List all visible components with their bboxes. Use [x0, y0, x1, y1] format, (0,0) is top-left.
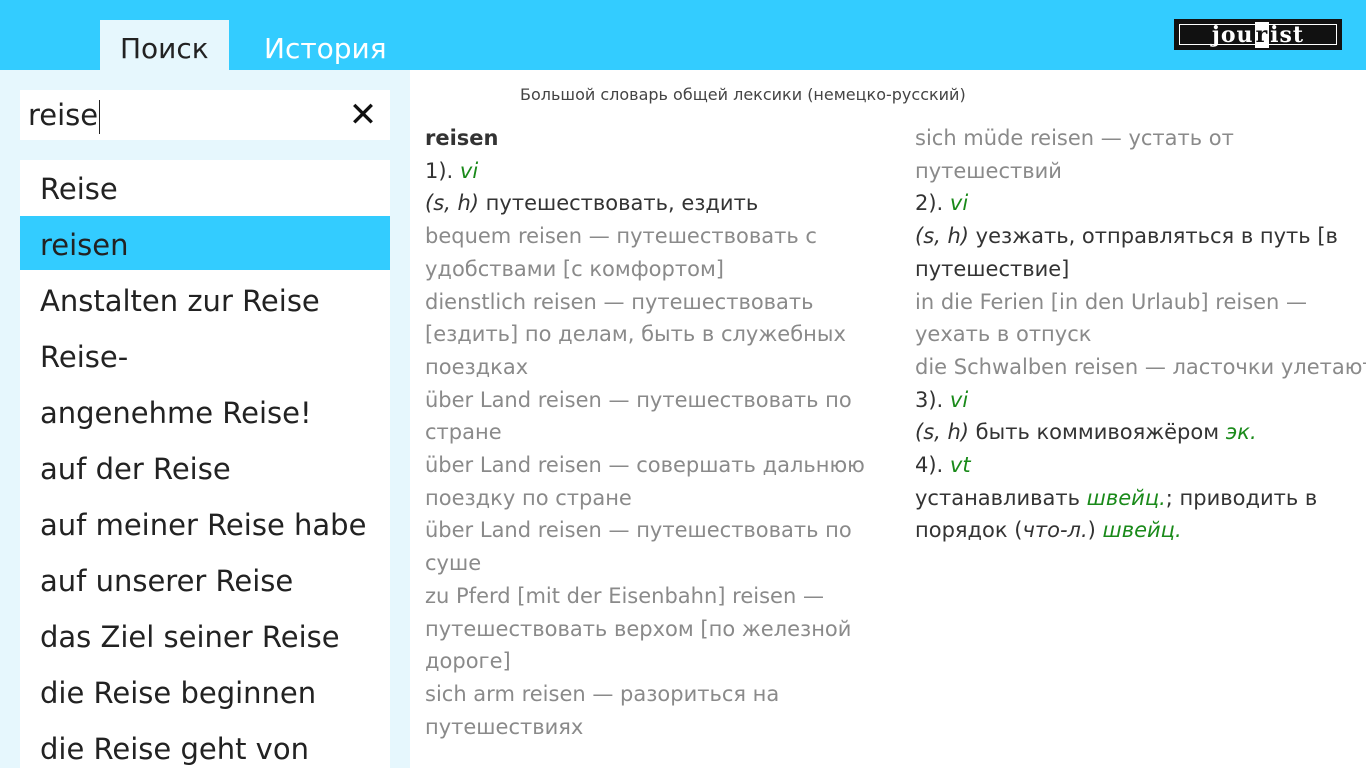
example[interactable]: суше [425, 547, 895, 580]
example[interactable]: dienstlich reisen — путешествовать [425, 286, 895, 319]
translation: устанавливать швейц.; приводить в [915, 485, 1318, 510]
sense-number: 4). vt [915, 453, 971, 478]
example[interactable]: путешествовать верхом [по железной [425, 613, 895, 646]
translation: путешествие] [915, 256, 1070, 281]
example[interactable]: поездках [425, 351, 895, 384]
article-panel: Большой словарь общей лексики (немецко-р… [410, 70, 1366, 768]
example[interactable]: путешествиях [425, 711, 895, 744]
dictionary-title: Большой словарь общей лексики (немецко-р… [520, 85, 966, 104]
example[interactable]: über Land reisen — путешествовать по [425, 384, 895, 417]
example[interactable]: [ездить] по делам, быть в служебных [425, 318, 895, 351]
list-item[interactable]: die Reise geht von [20, 720, 390, 768]
search-input[interactable]: reise ✕ [20, 90, 390, 140]
top-bar: Поиск История jou r ist [0, 0, 1366, 70]
list-item[interactable]: auf meiner Reise habe [20, 496, 390, 550]
example[interactable]: sich müde reisen — устать от [915, 122, 1366, 155]
tab-history[interactable]: История [244, 20, 407, 70]
example[interactable]: уехать в отпуск [915, 318, 1366, 351]
example[interactable]: über Land reisen — путешествовать по [425, 514, 895, 547]
example[interactable]: zu Pferd [mit der Eisenbahn] reisen — [425, 580, 895, 613]
list-item[interactable]: auf der Reise [20, 440, 390, 494]
example[interactable]: bequem reisen — путешествовать с [425, 220, 895, 253]
translation: (s, h) уезжать, отправляться в путь [в [915, 224, 1338, 249]
list-item[interactable]: Anstalten zur Reise [20, 272, 390, 326]
list-item[interactable]: das Ziel seiner Reise [20, 608, 390, 662]
example[interactable]: путешествий [915, 155, 1366, 188]
article-column-1: reisen 1). vi (s, h) путешествовать, езд… [425, 122, 895, 743]
close-icon[interactable]: ✕ [346, 96, 380, 134]
article-column-2: sich müde reisen — устать от путешествий… [915, 122, 1366, 547]
search-input-value: reise [28, 98, 101, 134]
example[interactable]: дороге] [425, 645, 895, 678]
jourist-logo: jou r ist [1174, 19, 1342, 50]
translation: порядок (что-л.) швейц. [915, 518, 1182, 543]
headword: reisen [425, 126, 499, 150]
example[interactable]: стране [425, 416, 895, 449]
example[interactable]: die Schwalben reisen — ласточки улетают [915, 351, 1366, 384]
list-item-selected[interactable]: reisen [20, 216, 390, 270]
list-item[interactable]: die Reise beginnen [20, 664, 390, 718]
sense-number: 1). vi [425, 158, 479, 183]
sense-number: 2). vi [915, 191, 969, 216]
text-caret [99, 100, 101, 134]
list-item[interactable]: auf unserer Reise [20, 552, 390, 606]
example[interactable]: in die Ferien [in den Urlaub] reisen — [915, 286, 1366, 319]
example[interactable]: удобствами [с комфортом] [425, 253, 895, 286]
example[interactable]: поездку по стране [425, 482, 895, 515]
list-item[interactable]: angenehme Reise! [20, 384, 390, 438]
results-list: Reise reisen Anstalten zur Reise Reise- … [20, 160, 390, 768]
example[interactable]: über Land reisen — совершать дальнюю [425, 449, 895, 482]
tab-search[interactable]: Поиск [100, 20, 229, 70]
list-item[interactable]: Reise- [20, 328, 390, 382]
sense-number: 3). vi [915, 387, 969, 412]
translation: (s, h) путешествовать, ездить [425, 191, 759, 216]
example[interactable]: sich arm reisen — разориться на [425, 678, 895, 711]
list-item[interactable]: Reise [20, 160, 390, 214]
translation: (s, h) быть коммивояжёром эк. [915, 420, 1257, 445]
search-panel: reise ✕ Reise reisen Anstalten zur Reise… [0, 70, 410, 768]
